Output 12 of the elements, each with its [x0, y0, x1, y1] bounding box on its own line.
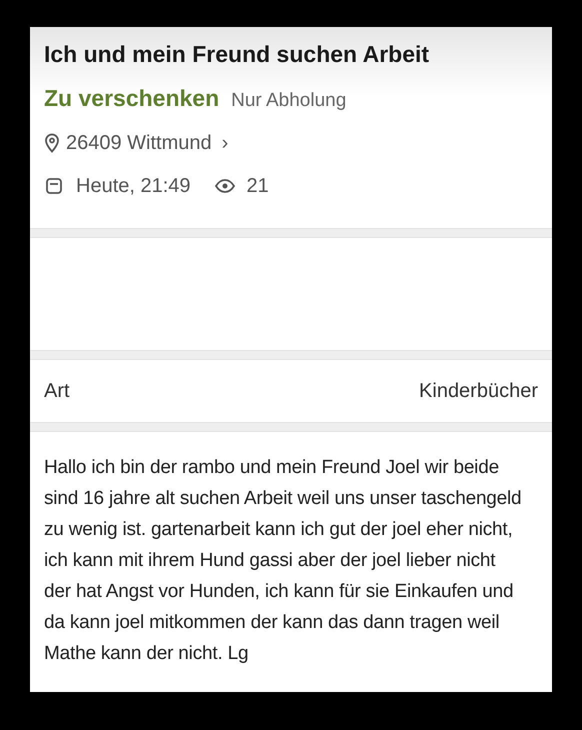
location-pin-icon	[44, 132, 60, 152]
listing-title: Ich und mein Freund suchen Arbeit	[44, 40, 430, 69]
attribute-label: Art	[44, 379, 70, 404]
location-link[interactable]: 26409 Wittmund ›	[44, 128, 228, 158]
description-text: Hallo ich bin der rambo und mein Freund Joel wir beide sind 16 jahre alt suchen Arbeit weil uns unser taschengeld zu wenig ist. gartenarbeit kann ich gut der joel eher nicht, ich kann mit ihrem Hund gassi aber der joel lieber nicht der hat Angst vor Hunden, ich kann für sie Einkaufen und da kann joel mitkommen der kann das dann tragen weil Mathe kann der nicht. Lg	[44, 456, 522, 666]
calendar-icon	[46, 178, 62, 194]
posted-date: Heute, 21:49	[76, 174, 191, 198]
view-count: 21	[246, 174, 269, 198]
shipping-label: Nur Abholung	[231, 89, 346, 113]
attribute-value: Kinderbücher	[419, 379, 538, 404]
eye-icon	[214, 178, 235, 192]
price-label: Zu verschenken	[44, 84, 220, 113]
